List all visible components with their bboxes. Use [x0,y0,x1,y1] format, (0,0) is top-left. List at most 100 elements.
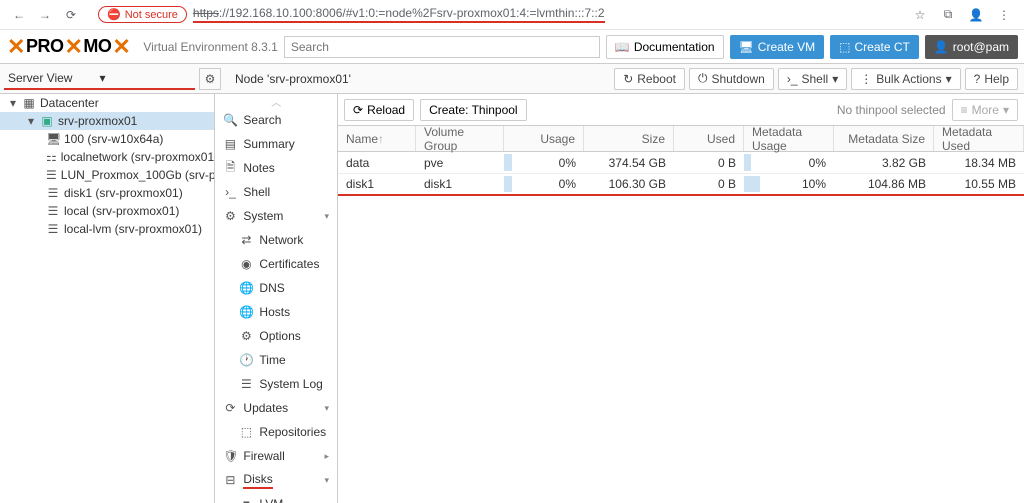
cell-used: 0 B [674,152,744,173]
tree-local[interactable]: ☰local (srv-proxmox01) [0,202,214,220]
storage-icon: ☰ [46,222,60,236]
tree-datacenter[interactable]: ▾▦Datacenter [0,94,214,112]
create-vm-button[interactable]: 🖥Create VM [730,35,825,59]
logo: ✕PRO✕MO✕ [6,34,131,60]
cell-mused: 10.55 MB [934,174,1024,194]
reload-icon[interactable]: ⟳ [62,6,80,24]
cell-msize: 3.82 GB [834,152,934,173]
menu-system[interactable]: ⚙System▾ [215,204,337,228]
user-menu-button[interactable]: 👤root@pam [925,35,1018,59]
tree-local-lvm[interactable]: ☰local-lvm (srv-proxmox01) [0,220,214,238]
grid-toolbar: ⟳Reload Create: Thinpool No thinpool sel… [338,94,1024,126]
monitor-icon: 🖥 [739,40,754,54]
chevron-down-icon: ▾ [324,475,329,486]
forward-icon[interactable]: → [36,6,54,24]
cell-size: 106.30 GB [584,174,674,194]
monitor-icon: 🖥 [46,132,60,146]
create-thinpool-button[interactable]: Create: Thinpool [420,99,527,121]
col-size[interactable]: Size [584,126,674,151]
help-button[interactable]: ?Help [965,68,1018,90]
cell-mused: 18.34 MB [934,152,1024,173]
table-row[interactable]: disk1disk10%106.30 GB0 B10%104.86 MB10.5… [338,174,1024,196]
menu-syslog[interactable]: ☰System Log [215,372,337,396]
menu-notes[interactable]: 🗎Notes [215,156,337,180]
col-name[interactable]: Name ↑ [338,126,416,151]
more-button[interactable]: ≡More ▾ [952,99,1018,121]
share-icon[interactable]: ☆ [910,5,930,25]
server-view-dropdown[interactable]: Server View▾ [4,68,195,90]
node-title: Node 'srv-proxmox01' [225,72,361,86]
create-ct-button[interactable]: ⬚Create CT [830,35,919,59]
settings-button[interactable]: ⚙ [199,68,221,90]
profile-icon[interactable]: 👤 [966,5,986,25]
bulk-actions-button[interactable]: ⋮Bulk Actions ▾ [851,68,960,90]
book-icon: 📖 [615,40,630,54]
cell-vg: pve [416,152,504,173]
menu-shell[interactable]: ›_Shell [215,180,337,204]
menu-certificates[interactable]: ◉Certificates [215,252,337,276]
refresh-icon: ⟳ [223,401,237,415]
cell-usage: 0% [504,174,584,194]
gear-icon: ⚙ [239,329,253,343]
col-vg[interactable]: Volume Group [416,126,504,151]
tree-vm[interactable]: 🖥100 (srv-w10x64a) [0,130,214,148]
col-used[interactable]: Used [674,126,744,151]
address-bar[interactable]: ⛔ Not secure https://192.168.10.100:8006… [88,4,902,25]
menu-lvm[interactable]: ■LVM [215,492,337,503]
menu-summary[interactable]: ▤Summary [215,132,337,156]
list-icon: ⋮ [860,72,872,86]
shutdown-button[interactable]: ⏻Shutdown [689,68,774,90]
reboot-button[interactable]: ↻Reboot [614,68,685,90]
menu-updates[interactable]: ⟳Updates▾ [215,396,337,420]
reload-button[interactable]: ⟳Reload [344,99,414,121]
search-input[interactable] [284,36,600,58]
menu-time[interactable]: 🕐Time [215,348,337,372]
menu-firewall[interactable]: 🛡Firewall▸ [215,444,337,468]
tree-disk1[interactable]: ☰disk1 (srv-proxmox01) [0,184,214,202]
cell-usage: 0% [504,152,584,173]
notes-icon: 🗎 [223,158,237,179]
menu-icon[interactable]: ⋮ [994,5,1014,25]
menu-options[interactable]: ⚙Options [215,324,337,348]
grid-body: datapve0%374.54 GB0 B0%3.82 GB18.34 MBdi… [338,152,1024,196]
network-icon: ⇄ [239,233,253,247]
cell-musage: 0% [744,152,834,173]
col-musage[interactable]: Metadata Usage [744,126,834,151]
user-icon: 👤 [934,40,949,54]
menu-network[interactable]: ⇄Network [215,228,337,252]
tree-localnetwork[interactable]: ⚏localnetwork (srv-proxmox01) [0,148,214,166]
col-mused[interactable]: Metadata Used [934,126,1024,151]
col-msize[interactable]: Metadata Size [834,126,934,151]
summary-icon: ▤ [223,137,237,151]
list-icon: ☰ [239,377,253,391]
menu-hosts[interactable]: 🌐Hosts [215,300,337,324]
no-selection-text: No thinpool selected [837,103,946,117]
storage-icon: ☰ [46,168,57,182]
warning-icon: ⛔ [107,8,121,21]
tree-node[interactable]: ▾▣srv-proxmox01 [0,112,214,130]
back-icon[interactable]: ← [10,6,28,24]
chevron-right-icon: ▸ [324,451,329,462]
storage-icon: ☰ [46,186,60,200]
extensions-icon[interactable]: ⧉ [938,5,958,25]
cell-musage: 10% [744,174,834,194]
node-icon: ▣ [40,114,54,128]
chevron-down-icon: ▾ [324,403,329,414]
collapse-handle[interactable]: ︿ [215,94,337,108]
tree-lun[interactable]: ☰LUN_Proxmox_100Gb (srv-proxmox01) [0,166,214,184]
grid-header: Name ↑ Volume Group Usage Size Used Meta… [338,126,1024,152]
shield-icon: 🛡 [223,449,237,463]
menu-disks[interactable]: ⊟Disks▾ [215,468,337,492]
menu-icon: ≡ [961,103,968,117]
menu-repositories[interactable]: ⬚Repositories [215,420,337,444]
col-usage[interactable]: Usage [504,126,584,151]
box-icon: ⬚ [239,425,253,439]
menu-dns[interactable]: 🌐DNS [215,276,337,300]
chevron-down-icon: ▾ [1003,103,1009,117]
documentation-button[interactable]: 📖Documentation [606,35,724,59]
shell-button[interactable]: ›_Shell ▾ [778,68,847,90]
chevron-down-icon: ▾ [324,211,329,222]
menu-search[interactable]: 🔍Search [215,108,337,132]
table-row[interactable]: datapve0%374.54 GB0 B0%3.82 GB18.34 MB [338,152,1024,174]
network-icon: ⚏ [46,150,57,164]
